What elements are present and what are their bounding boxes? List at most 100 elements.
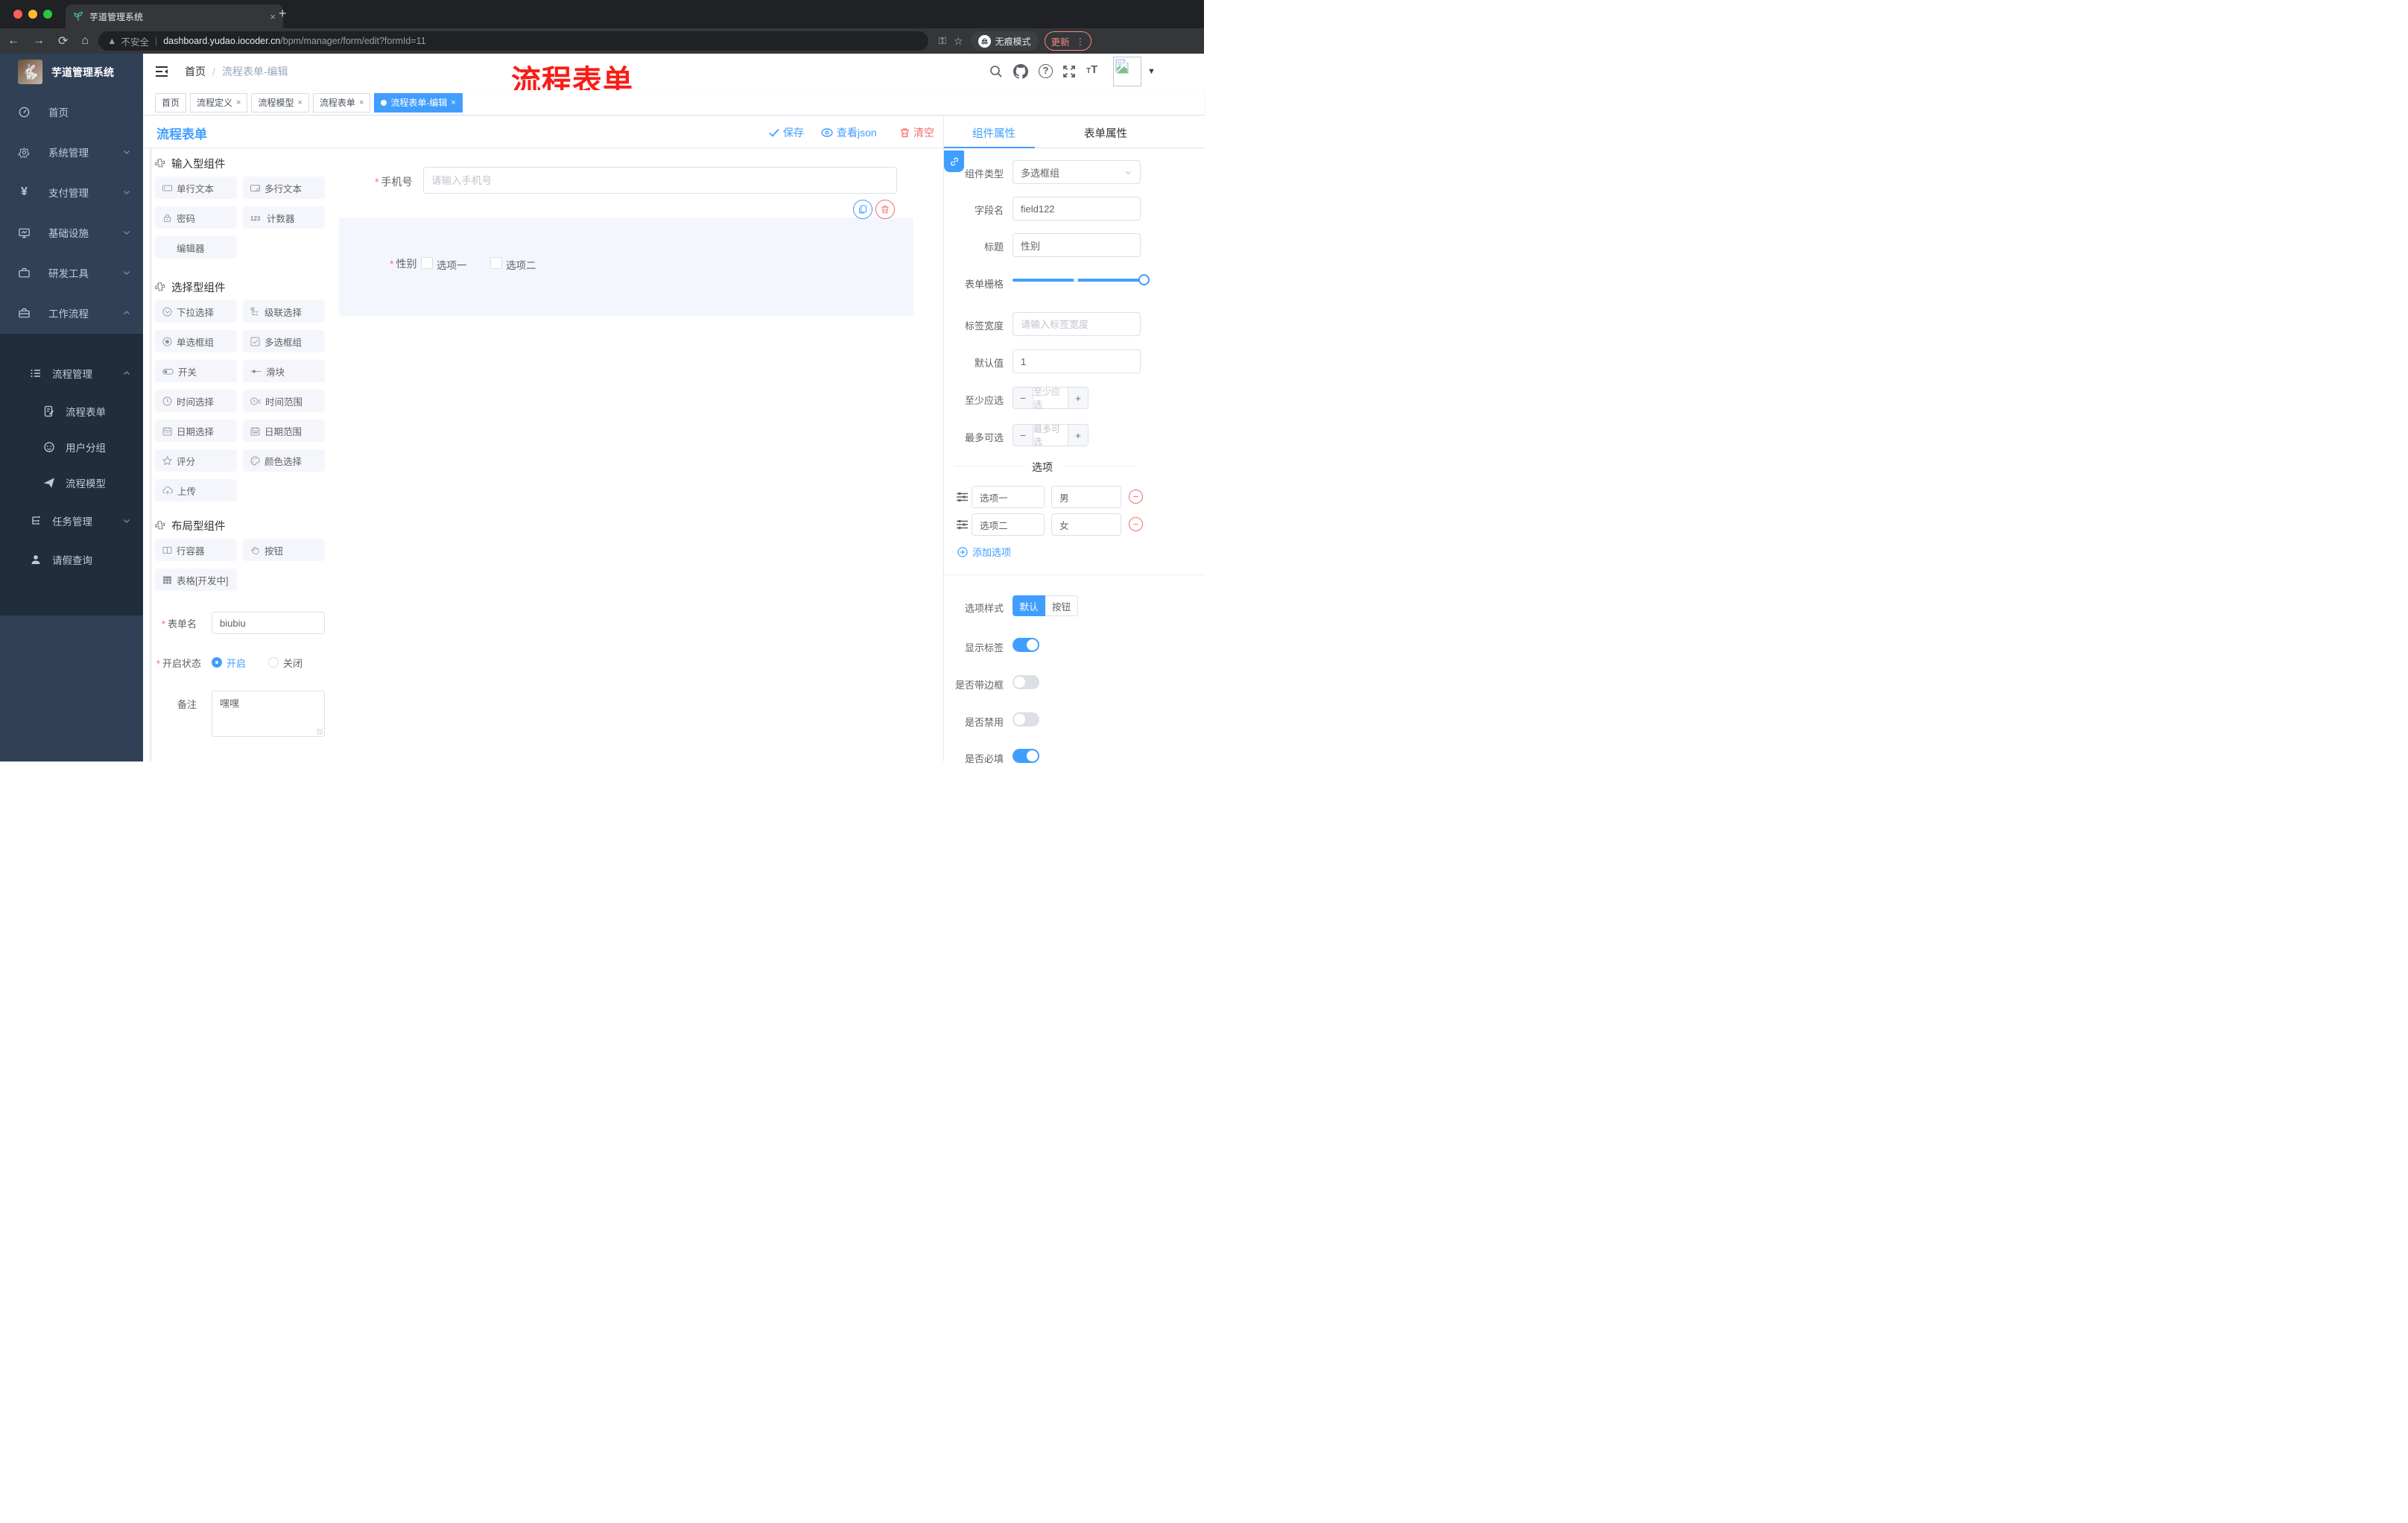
update-button[interactable]: 更新 ⋮	[1044, 31, 1092, 51]
tag-process-form-edit[interactable]: 流程表单-编辑 ×	[374, 92, 463, 113]
help-icon[interactable]: ?	[1039, 64, 1053, 78]
option-label-input[interactable]	[972, 513, 1045, 536]
tag-home[interactable]: 首页	[155, 92, 187, 113]
remove-option-button[interactable]: −	[1129, 517, 1143, 531]
tab-close-icon[interactable]: ×	[270, 11, 276, 22]
tab-component-props[interactable]: 组件属性	[972, 125, 1016, 141]
stepper-increase-button[interactable]: +	[1068, 425, 1088, 446]
tag-process-form[interactable]: 流程表单 ×	[312, 92, 371, 113]
avatar-caret-icon[interactable]: ▼	[1147, 67, 1156, 76]
toggle-border-switch[interactable]	[1013, 675, 1039, 689]
component-chip-multi-text[interactable]: 多行文本	[243, 177, 325, 199]
option-value-input[interactable]	[1051, 486, 1121, 508]
component-chip-select[interactable]: 下拉选择	[155, 300, 237, 323]
tag-close-icon[interactable]: ×	[297, 98, 302, 107]
delete-component-button[interactable]	[875, 200, 895, 219]
sidebar-item-user-group[interactable]: 用户分组	[0, 428, 143, 466]
component-chip-editor[interactable]: 编辑器	[155, 236, 237, 259]
toggle-required-switch[interactable]	[1013, 749, 1039, 763]
component-chip-time-picker[interactable]: 时间选择	[155, 390, 237, 412]
gender-option-1-label[interactable]: 选项一	[437, 257, 467, 272]
prop-labelw-input[interactable]	[1013, 312, 1141, 336]
prop-type-select[interactable]: 多选框组	[1013, 160, 1141, 184]
gender-checkbox-2[interactable]	[490, 257, 502, 269]
font-size-icon[interactable]: TT	[1086, 63, 1097, 76]
github-icon[interactable]	[1013, 64, 1028, 79]
component-chip-cascader[interactable]: 级联选择	[243, 300, 325, 323]
reload-icon[interactable]: ⟳	[58, 34, 68, 48]
component-chip-row-container[interactable]: 行容器	[155, 539, 237, 561]
tag-process-definition[interactable]: 流程定义 ×	[190, 92, 248, 113]
radio-off-label[interactable]: 关闭	[283, 656, 302, 670]
tag-process-model[interactable]: 流程模型 ×	[251, 92, 309, 113]
new-tab-button[interactable]: +	[279, 6, 287, 22]
stepper-input[interactable]: 至少应选	[1033, 387, 1068, 408]
tag-close-icon[interactable]: ×	[359, 98, 364, 107]
stepper-increase-button[interactable]: +	[1068, 387, 1088, 408]
prop-grid-slider[interactable]	[1013, 274, 1150, 286]
browser-tab[interactable]: 芋道管理系统 ×	[66, 4, 283, 28]
browser-menu-icon[interactable]: ⋮	[1076, 36, 1086, 47]
style-option-default[interactable]: 默认	[1013, 595, 1045, 616]
radio-on[interactable]	[212, 657, 222, 668]
search-icon[interactable]	[989, 65, 1003, 78]
forward-icon[interactable]: →	[33, 34, 45, 48]
component-chip-counter[interactable]: 123 计数器	[243, 206, 325, 229]
sidebar-item-payment[interactable]: ¥ 支付管理	[0, 174, 143, 211]
save-button[interactable]: 保存	[769, 125, 804, 140]
component-chip-date-range[interactable]: 日期范围	[243, 419, 325, 442]
sidebar-item-workflow[interactable]: 工作流程	[0, 294, 143, 332]
sidebar-item-infra[interactable]: 基础设施	[0, 214, 143, 251]
form-remark-textarea[interactable]: 嘿嘿	[212, 691, 325, 737]
clear-button[interactable]: 清空	[900, 125, 934, 140]
sidebar-item-devtools[interactable]: 研发工具	[0, 254, 143, 291]
option-label-input[interactable]	[972, 486, 1045, 508]
gender-option-2-label[interactable]: 选项二	[506, 257, 536, 272]
sidebar-item-process-form[interactable]: 流程表单	[0, 393, 143, 430]
bookmark-star-icon[interactable]: ☆	[954, 35, 963, 48]
key-icon[interactable]: ⚿	[939, 35, 946, 47]
gender-checkbox-1[interactable]	[421, 257, 433, 269]
stepper-decrease-button[interactable]: −	[1013, 387, 1033, 408]
component-chip-slider[interactable]: 滑块	[243, 360, 325, 382]
window-close-button[interactable]	[13, 10, 22, 19]
component-chip-checkbox-group[interactable]: 多选框组	[243, 330, 325, 352]
component-chip-time-range[interactable]: 时间范围	[243, 390, 325, 412]
security-label[interactable]: 不安全	[121, 34, 149, 48]
prop-title-input[interactable]	[1013, 233, 1141, 257]
window-minimize-button[interactable]	[28, 10, 37, 19]
sidebar-item-process-mgmt[interactable]: 流程管理	[0, 355, 143, 392]
copy-component-button[interactable]	[853, 200, 872, 219]
back-icon[interactable]: ←	[7, 34, 19, 48]
address-bar[interactable]: ▲ 不安全 | dashboard.yudao.iocoder.cn/bpm/m…	[98, 31, 929, 51]
fullscreen-icon[interactable]	[1062, 65, 1076, 78]
breadcrumb-home[interactable]: 首页	[185, 64, 206, 79]
drag-handle-icon[interactable]	[956, 519, 969, 531]
sidebar-item-home[interactable]: 首页	[0, 93, 143, 130]
sidebar-item-task-mgmt[interactable]: 任务管理	[0, 502, 143, 539]
remove-option-button[interactable]: −	[1129, 490, 1143, 504]
prop-default-input[interactable]	[1013, 349, 1141, 373]
toggle-disabled-switch[interactable]	[1013, 712, 1039, 726]
component-chip-password[interactable]: 密码	[155, 206, 237, 229]
tag-close-icon[interactable]: ×	[236, 98, 241, 107]
radio-on-label[interactable]: 开启	[226, 656, 246, 670]
component-chip-table[interactable]: 表格[开发中]	[155, 569, 237, 591]
avatar[interactable]	[1113, 57, 1141, 86]
sidebar-item-process-model[interactable]: 流程模型	[0, 464, 143, 501]
phone-input[interactable]	[423, 167, 897, 194]
canvas-field-gender-selected[interactable]: * 性别 选项一 选项二	[339, 218, 913, 316]
home-icon[interactable]: ⌂	[81, 34, 89, 48]
tag-close-icon[interactable]: ×	[451, 98, 455, 107]
component-chip-date-picker[interactable]: 日期选择	[155, 419, 237, 442]
sidebar-item-leave-query[interactable]: 请假查询	[0, 541, 143, 578]
resize-handle[interactable]	[317, 729, 323, 735]
stepper-input[interactable]: 最多可选	[1033, 425, 1068, 446]
tab-form-props[interactable]: 表单属性	[1084, 125, 1127, 141]
sidebar-collapse-icon[interactable]	[155, 66, 168, 77]
radio-off[interactable]	[268, 657, 279, 668]
component-chip-switch[interactable]: 开关	[155, 360, 237, 382]
form-name-input[interactable]	[212, 612, 325, 634]
component-chip-button[interactable]: 按钮	[243, 539, 325, 561]
prop-field-input[interactable]	[1013, 197, 1141, 221]
